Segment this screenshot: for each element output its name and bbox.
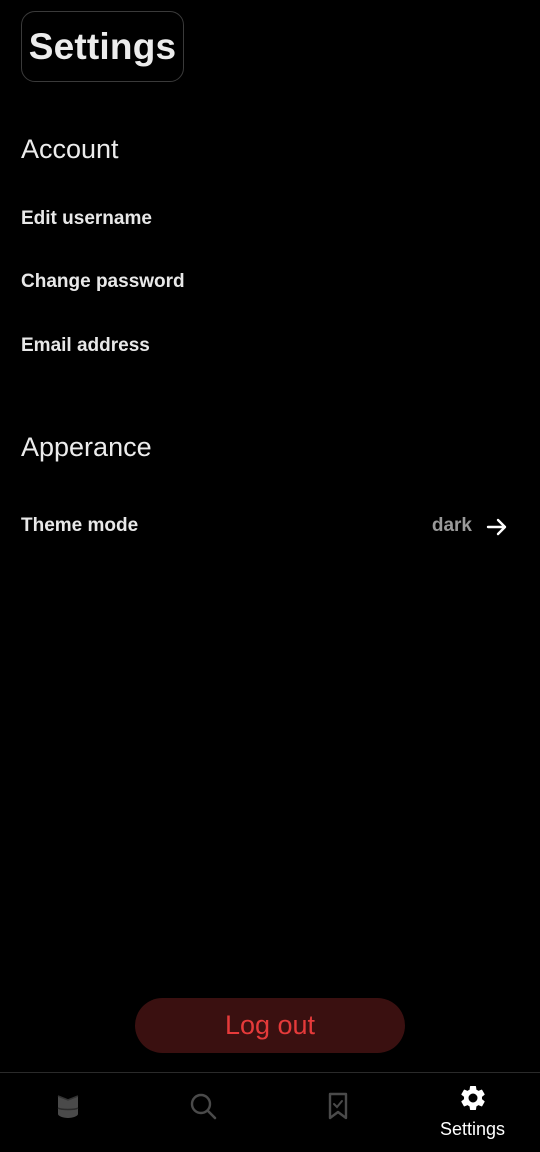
section-appearance-title: Apperance [21, 432, 152, 462]
theme-mode-label: Theme mode [21, 515, 139, 536]
search-icon [190, 1093, 216, 1120]
change-password-item[interactable]: Change password [21, 271, 185, 293]
bookmark-icon [328, 1092, 347, 1120]
nav-item-library[interactable] [0, 1073, 135, 1152]
bottom-navigation: Settings [0, 1072, 540, 1152]
nav-item-bookmarks[interactable] [270, 1073, 405, 1152]
logout-button[interactable]: Log out [135, 998, 405, 1053]
library-icon [57, 1095, 78, 1118]
nav-settings-label: Settings [439, 1119, 506, 1139]
email-address-item[interactable]: Email address [21, 335, 150, 357]
edit-username-item[interactable]: Edit username [21, 208, 152, 230]
settings-screen: Settings Account Edit username Change pa… [0, 0, 540, 1152]
page-title-box: Settings [21, 11, 184, 82]
nav-item-search[interactable] [135, 1073, 270, 1152]
page-title: Settings [28, 25, 177, 67]
theme-mode-row[interactable]: Theme mode dark [0, 505, 540, 549]
nav-item-settings[interactable]: Settings [405, 1073, 540, 1152]
logout-label: Log out [224, 1010, 316, 1040]
section-account-title: Account [21, 134, 119, 164]
theme-mode-value: dark [431, 515, 472, 536]
arrow-right-icon [486, 518, 507, 536]
gear-icon [460, 1086, 485, 1110]
